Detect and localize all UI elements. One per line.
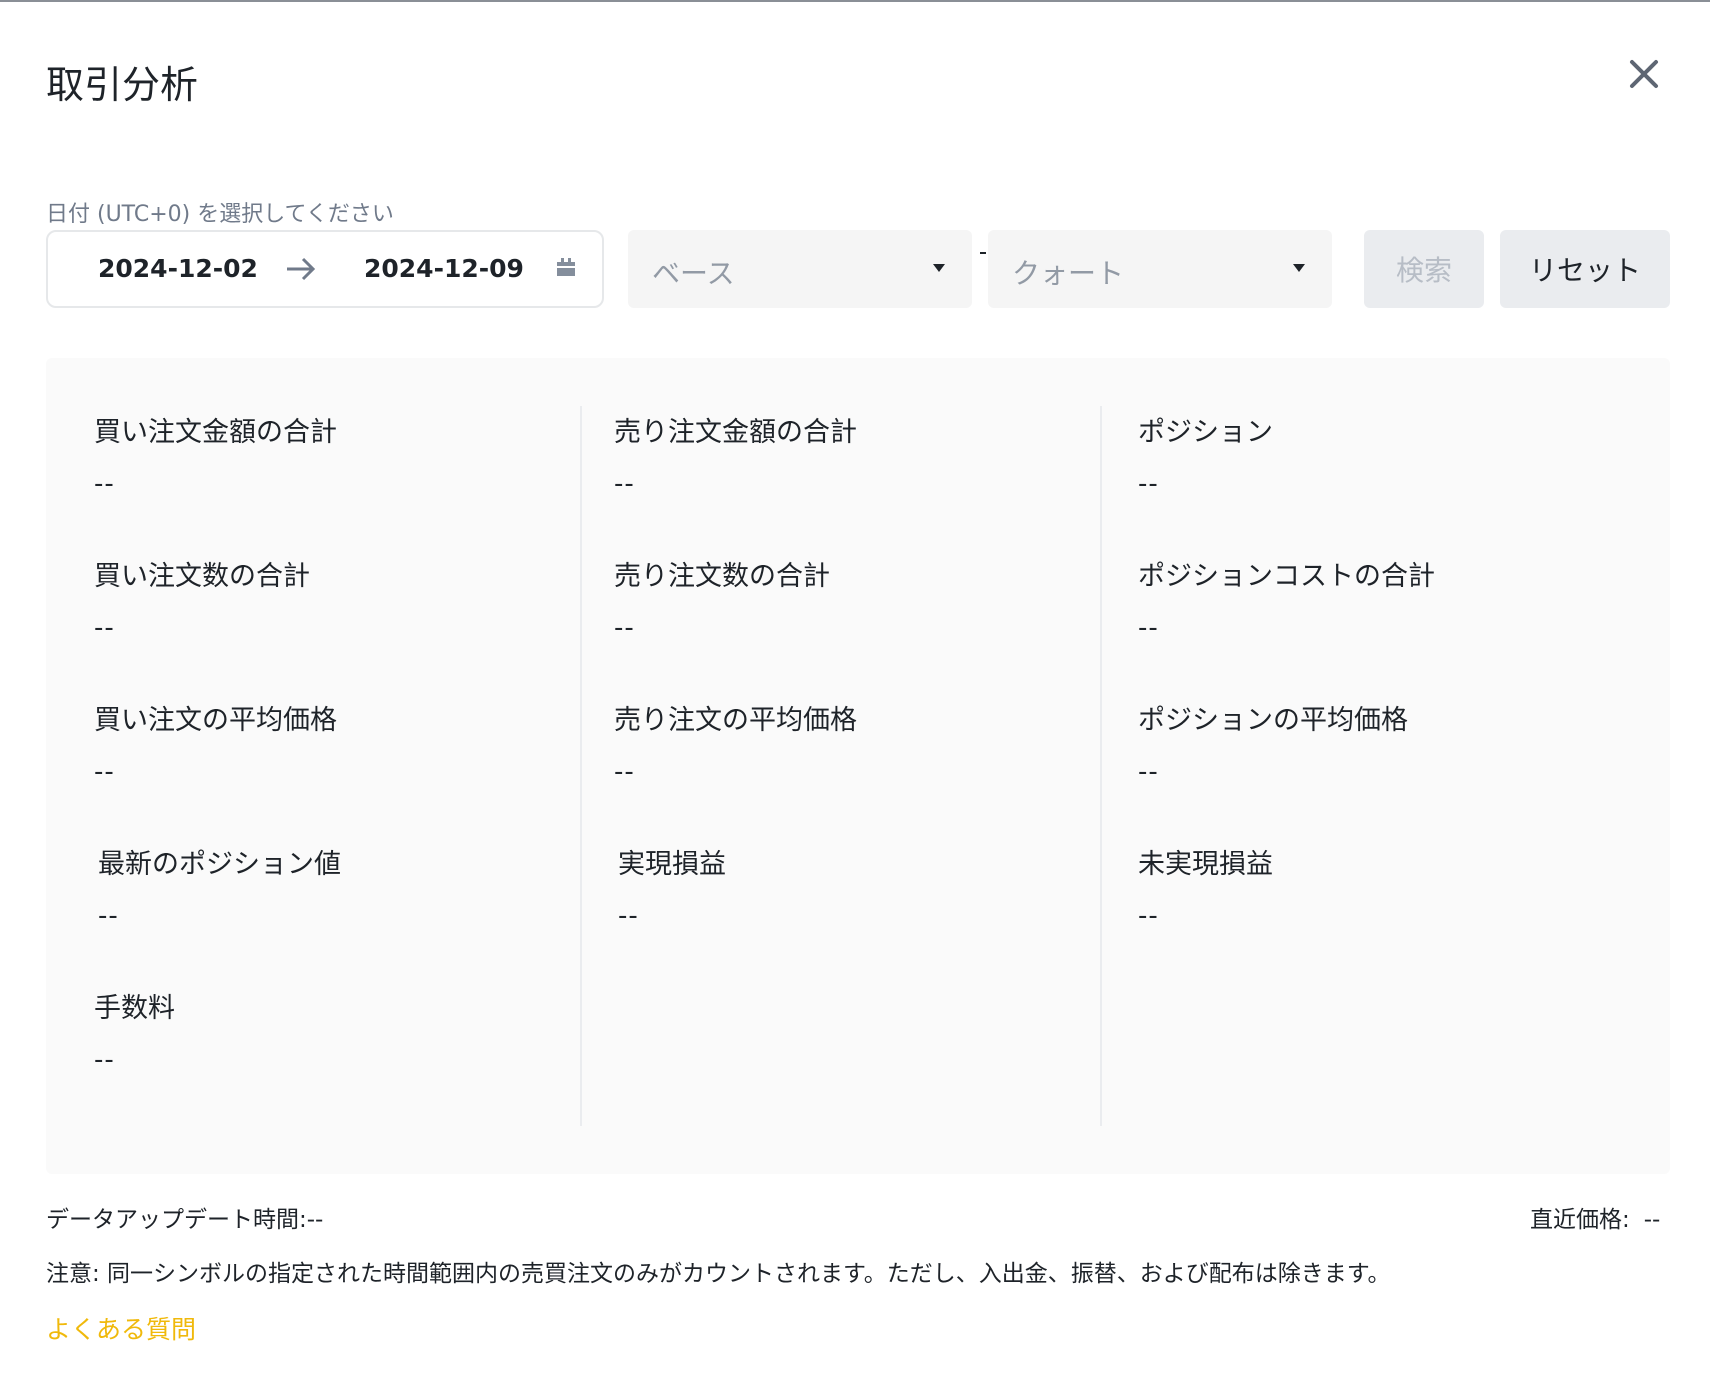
stat-label: 手数料 — [94, 993, 175, 1024]
date-range-label: 日付 (UTC+0) を選択してください — [46, 202, 394, 227]
modal-title: 取引分析 — [46, 63, 199, 107]
stat-label: 未実現損益 — [1138, 849, 1273, 880]
stat-fees: 手数料 -- — [94, 986, 534, 1075]
last-price-value: -- — [1643, 1207, 1661, 1233]
disclaimer-note: 注意: 同一シンボルの指定された時間範囲内の売買注文のみがカウントされます。ただ… — [46, 1261, 1391, 1287]
data-update-time: データアップデート時間:-- — [46, 1207, 324, 1233]
stat-label: ポジション — [1138, 417, 1273, 448]
stat-label: 買い注文金額の合計 — [94, 417, 337, 448]
stat-unrealized-pnl: 未実現損益 -- — [1138, 842, 1578, 931]
date-start-input[interactable]: 2024-12-02 — [98, 254, 258, 283]
column-divider — [580, 406, 582, 1126]
stat-position: ポジション -- — [1138, 410, 1578, 499]
stat-value: -- — [614, 469, 635, 499]
stat-label: 売り注文数の合計 — [614, 561, 830, 592]
stat-value: -- — [94, 757, 115, 787]
last-price-label: 直近価格: — [1530, 1207, 1630, 1233]
stat-value: -- — [1138, 757, 1159, 787]
stat-value: -- — [1138, 469, 1159, 499]
stat-buy-count-total: 買い注文数の合計 -- — [94, 554, 534, 643]
select-separator — [980, 252, 986, 254]
reset-button[interactable]: リセット — [1500, 230, 1670, 308]
stat-sell-average-price: 売り注文の平均価格 -- — [614, 698, 1054, 787]
stats-panel: 買い注文金額の合計 -- 買い注文数の合計 -- 買い注文の平均価格 -- 最新… — [46, 358, 1670, 1174]
stat-value: -- — [618, 901, 639, 931]
date-range-picker[interactable]: 2024-12-02 2024-12-09 — [46, 230, 604, 308]
stat-label: 売り注文の平均価格 — [614, 705, 857, 736]
stat-buy-amount-total: 買い注文金額の合計 -- — [94, 410, 534, 499]
date-end-input[interactable]: 2024-12-09 — [364, 254, 524, 283]
close-icon — [1630, 60, 1658, 88]
stat-value: -- — [1138, 901, 1159, 931]
stat-buy-average-price: 買い注文の平均価格 -- — [94, 698, 534, 787]
stat-value: -- — [94, 1045, 115, 1075]
stat-realized-pnl: 実現損益 -- — [618, 842, 1058, 931]
stat-label: 最新のポジション値 — [98, 849, 341, 880]
base-select-placeholder: ベース — [652, 257, 735, 290]
column-divider — [1100, 406, 1102, 1126]
calendar-icon[interactable] — [554, 256, 578, 280]
stat-label: 買い注文の平均価格 — [94, 705, 337, 736]
base-asset-select[interactable]: ベース — [628, 230, 972, 308]
stat-sell-count-total: 売り注文数の合計 -- — [614, 554, 1054, 643]
caret-down-icon — [933, 264, 945, 272]
stat-label: 実現損益 — [618, 849, 726, 880]
arrow-right-icon — [287, 257, 316, 281]
quote-select-placeholder: クォート — [1012, 257, 1125, 290]
close-button[interactable] — [1620, 50, 1668, 98]
stat-value: -- — [98, 901, 119, 931]
stat-label: 買い注文数の合計 — [94, 561, 310, 592]
faq-link[interactable]: よくある質問 — [46, 1310, 196, 1346]
stat-label: ポジションコストの合計 — [1138, 561, 1435, 592]
stat-value: -- — [614, 757, 635, 787]
quote-asset-select[interactable]: クォート — [988, 230, 1332, 308]
stat-value: -- — [94, 469, 115, 499]
stat-position-average-price: ポジションの平均価格 -- — [1138, 698, 1578, 787]
search-button[interactable]: 検索 — [1364, 230, 1484, 308]
stat-position-cost-total: ポジションコストの合計 -- — [1138, 554, 1578, 643]
stat-label: ポジションの平均価格 — [1138, 705, 1408, 736]
last-price: 直近価格: -- — [1530, 1200, 1660, 1234]
stat-value: -- — [94, 613, 115, 643]
stat-sell-amount-total: 売り注文金額の合計 -- — [614, 410, 1054, 499]
stat-latest-position-value: 最新のポジション値 -- — [98, 842, 538, 931]
stat-value: -- — [1138, 613, 1159, 643]
caret-down-icon — [1293, 264, 1305, 272]
stat-value: -- — [614, 613, 635, 643]
stat-label: 売り注文金額の合計 — [614, 417, 857, 448]
window-top-border — [0, 0, 1710, 2]
